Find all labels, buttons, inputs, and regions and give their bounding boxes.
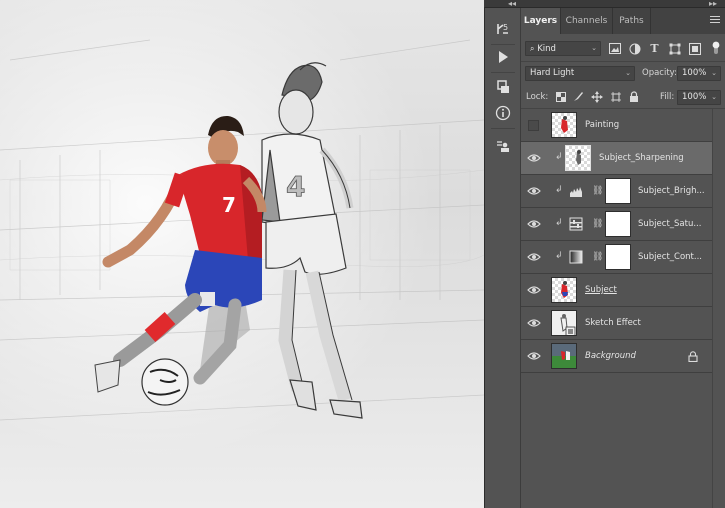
layer-name[interactable]: Subject bbox=[585, 285, 617, 295]
clone-source-icon[interactable] bbox=[491, 136, 515, 158]
svg-text:4: 4 bbox=[286, 170, 305, 203]
lock-label: Lock: bbox=[526, 92, 549, 102]
eye-icon[interactable] bbox=[527, 350, 541, 362]
layer-name[interactable]: Subject_Cont... bbox=[638, 252, 702, 262]
filter-kind-dropdown[interactable]: ⌕ Kind ⌄ bbox=[525, 41, 601, 56]
properties-icon[interactable] bbox=[491, 76, 515, 98]
levels-icon bbox=[570, 187, 582, 197]
tab-paths[interactable]: Paths bbox=[613, 8, 651, 34]
lock-all-icon[interactable] bbox=[627, 90, 640, 103]
layer-thumbnail bbox=[551, 310, 577, 336]
gradient-map-icon bbox=[569, 250, 583, 264]
layer-mask-thumbnail[interactable] bbox=[605, 244, 631, 270]
filter-shape-icon[interactable] bbox=[668, 42, 681, 55]
history-icon[interactable]: 5 bbox=[491, 18, 515, 40]
blend-mode-dropdown[interactable]: Hard Light ⌄ bbox=[525, 66, 635, 81]
layer-name[interactable]: Background bbox=[585, 351, 636, 361]
info-icon[interactable] bbox=[491, 102, 515, 124]
filter-type-icon[interactable]: T bbox=[648, 42, 661, 55]
layer-name[interactable]: Painting bbox=[585, 120, 619, 130]
clipping-mask-icon: ↲ bbox=[555, 218, 563, 228]
svg-text:5: 5 bbox=[503, 23, 508, 32]
link-icon[interactable]: ⛓ bbox=[592, 219, 603, 229]
eye-icon[interactable] bbox=[527, 185, 541, 197]
layer-mask-thumbnail[interactable] bbox=[605, 211, 631, 237]
layer-row-subject-sharpening[interactable]: ↲ Subject_Sharpening bbox=[521, 142, 712, 175]
opacity-field[interactable]: 100% ⌄ bbox=[677, 66, 721, 81]
link-icon[interactable]: ⛓ bbox=[592, 252, 603, 262]
blend-mode-value: Hard Light bbox=[530, 68, 575, 78]
svg-text:7: 7 bbox=[222, 193, 236, 217]
layer-row-subject-brightness[interactable]: ↲ ⛓ Subject_Brigh... bbox=[521, 175, 712, 208]
canvas-artwork: 4 7 bbox=[0, 39, 484, 421]
lock-position-icon[interactable] bbox=[590, 90, 603, 103]
layer-mask-thumbnail[interactable] bbox=[605, 178, 631, 204]
layer-thumbnail bbox=[551, 343, 577, 369]
layer-name[interactable]: Subject_Satu... bbox=[638, 219, 701, 229]
layer-name[interactable]: Sketch Effect bbox=[585, 318, 641, 328]
hue-saturation-icon bbox=[569, 217, 583, 231]
collapse-left-icon[interactable]: ◂◂ bbox=[508, 0, 516, 8]
layer-row-sketch-effect[interactable]: Sketch Effect bbox=[521, 307, 712, 340]
eye-icon[interactable] bbox=[527, 284, 541, 296]
lock-icon bbox=[688, 351, 698, 362]
document-canvas[interactable]: 4 7 bbox=[0, 0, 484, 508]
lock-artboard-icon[interactable] bbox=[609, 90, 622, 103]
color-player: 7 bbox=[94, 115, 267, 406]
play-action-icon[interactable] bbox=[491, 46, 515, 68]
eye-icon[interactable] bbox=[527, 317, 541, 329]
layer-row-subject[interactable]: Subject bbox=[521, 274, 712, 307]
filter-toggle-icon[interactable] bbox=[709, 41, 722, 54]
chevron-down-icon: ⌄ bbox=[711, 93, 717, 101]
opacity-label: Opacity: bbox=[642, 68, 677, 78]
chevron-down-icon: ⌄ bbox=[711, 69, 717, 77]
layer-row-painting[interactable]: Painting bbox=[521, 109, 712, 142]
layer-row-subject-contrast[interactable]: ↲ ⛓ Subject_Cont... bbox=[521, 241, 712, 274]
collapse-right-icon[interactable]: ▸▸ bbox=[709, 0, 717, 8]
visibility-toggle-off[interactable] bbox=[528, 120, 539, 131]
layer-name[interactable]: Subject_Brigh... bbox=[638, 186, 705, 196]
filter-smart-object-icon[interactable] bbox=[688, 42, 701, 55]
tab-channels[interactable]: Channels bbox=[561, 8, 613, 34]
dock-collapse-bar[interactable]: ◂◂ ▸▸ bbox=[484, 0, 725, 8]
eye-icon[interactable] bbox=[527, 152, 541, 164]
layers-panel: Layers Channels Paths ⌕ Kind ⌄ T Hard Li… bbox=[521, 8, 725, 508]
eye-icon[interactable] bbox=[527, 218, 541, 230]
layer-thumbnail bbox=[565, 145, 591, 171]
eye-icon[interactable] bbox=[527, 251, 541, 263]
clipping-mask-icon: ↲ bbox=[555, 185, 563, 195]
layer-row-background[interactable]: Background bbox=[521, 340, 712, 373]
fill-label: Fill: bbox=[660, 92, 675, 102]
filter-adjustment-icon[interactable] bbox=[628, 42, 641, 55]
panel-tab-bar: Layers Channels Paths bbox=[521, 8, 725, 34]
chevron-down-icon: ⌄ bbox=[591, 44, 597, 52]
opacity-value: 100% bbox=[682, 68, 707, 78]
clipping-mask-icon: ↲ bbox=[555, 152, 563, 162]
layer-thumbnail bbox=[551, 112, 577, 138]
tab-layers[interactable]: Layers bbox=[521, 8, 561, 34]
layer-thumbnail bbox=[551, 277, 577, 303]
search-icon: ⌕ bbox=[530, 44, 535, 53]
lock-transparent-icon[interactable] bbox=[554, 90, 567, 103]
chevron-down-icon: ⌄ bbox=[625, 69, 631, 77]
fill-field[interactable]: 100% ⌄ bbox=[677, 90, 721, 105]
layer-row-subject-saturation[interactable]: ↲ ⛓ Subject_Satu... bbox=[521, 208, 712, 241]
layers-scrollbar[interactable] bbox=[712, 109, 725, 508]
filter-kind-label: Kind bbox=[537, 44, 556, 54]
filter-pixel-icon[interactable] bbox=[608, 42, 621, 55]
link-icon[interactable]: ⛓ bbox=[592, 186, 603, 196]
panel-icon-column: 5 bbox=[484, 8, 521, 508]
clipping-mask-icon: ↲ bbox=[555, 251, 563, 261]
layer-name[interactable]: Subject_Sharpening bbox=[599, 153, 684, 163]
fill-value: 100% bbox=[682, 92, 707, 102]
lock-pixels-icon[interactable] bbox=[572, 90, 585, 103]
panel-menu-icon[interactable] bbox=[710, 16, 720, 25]
